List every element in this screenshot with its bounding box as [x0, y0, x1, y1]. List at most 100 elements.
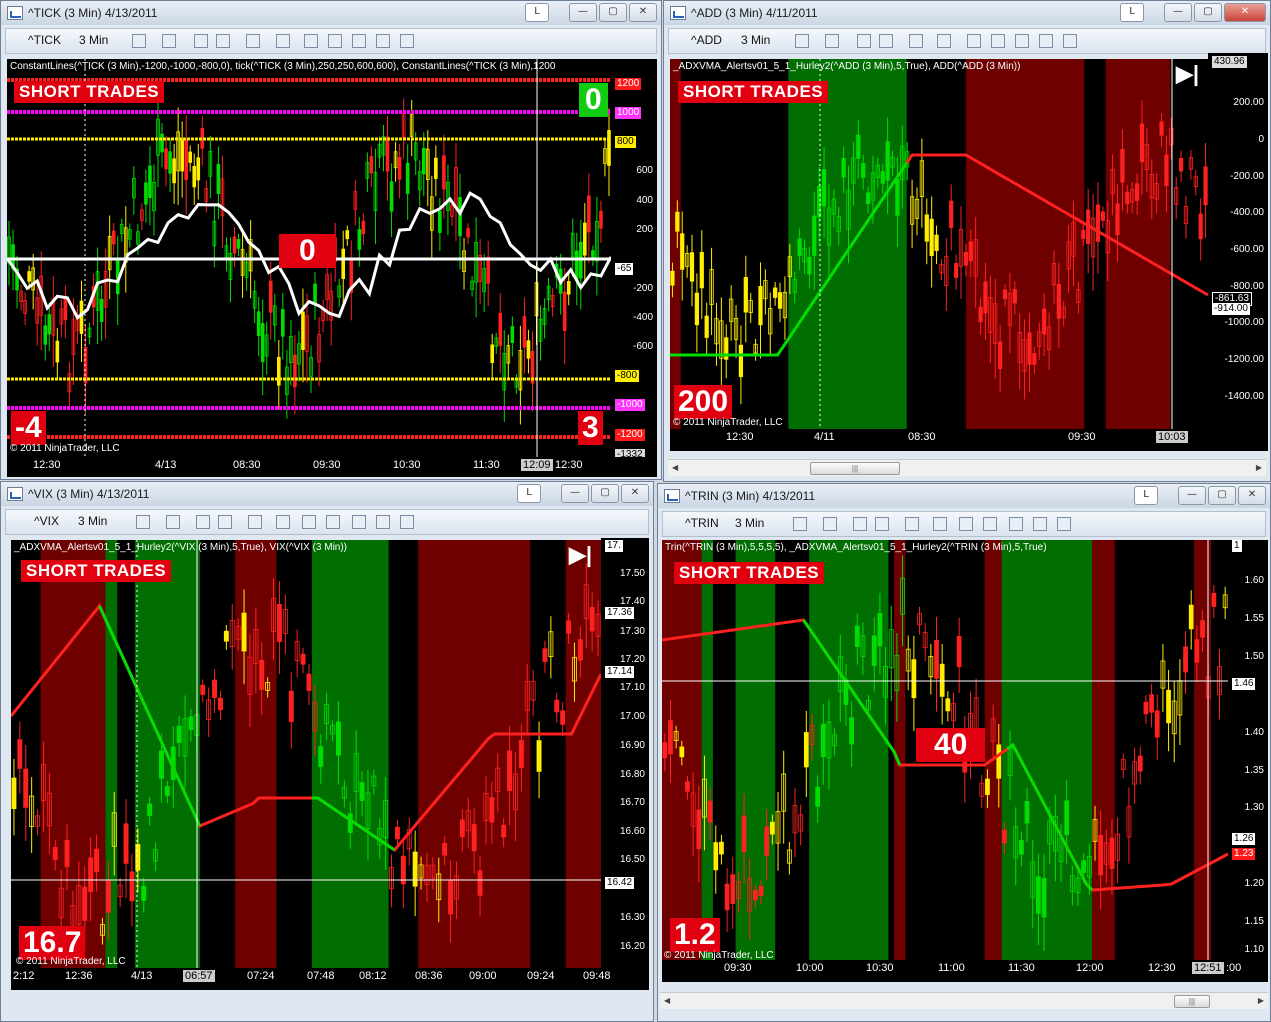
drawing-tool-icon[interactable] — [823, 517, 837, 531]
maximize-button[interactable]: ▢ — [1208, 486, 1236, 505]
chart-trader-icon[interactable] — [400, 515, 414, 529]
data-box-icon[interactable] — [1033, 517, 1047, 531]
instrument-selector[interactable]: ^VIX — [34, 514, 59, 528]
link-button[interactable]: L — [1134, 486, 1158, 505]
bar-type-icon[interactable] — [793, 517, 807, 531]
interval-selector[interactable]: 3 Min — [741, 33, 770, 47]
chart-trader-icon[interactable] — [1057, 517, 1071, 531]
trin-time-axis[interactable]: 09:30 10:00 10:30 11:00 11:30 12:00 12:3… — [662, 960, 1268, 982]
interval-selector[interactable]: 3 Min — [78, 514, 107, 528]
tick-chart-panel[interactable]: ConstantLines(^TICK (3 Min),-1200,-1000,… — [7, 59, 611, 457]
strategies-icon[interactable] — [983, 517, 997, 531]
close-button[interactable]: ✕ — [629, 3, 657, 22]
indicators-icon[interactable] — [304, 34, 318, 48]
scroll-left-icon[interactable]: ◀ — [672, 463, 678, 472]
data-box-icon[interactable] — [376, 34, 390, 48]
strategies-icon[interactable] — [328, 34, 342, 48]
data-box-icon[interactable] — [1039, 34, 1053, 48]
indicators-icon[interactable] — [959, 517, 973, 531]
add-price-axis[interactable]: 430.96 200.00 0 -200.00 -400.00 -600.00 … — [1208, 53, 1268, 429]
chart-trader-icon[interactable] — [1063, 34, 1077, 48]
instrument-selector[interactable]: ^TRIN — [685, 516, 719, 530]
interval-selector[interactable]: 3 Min — [735, 516, 764, 530]
strategies-icon[interactable] — [991, 34, 1005, 48]
vix-chart-panel[interactable]: _ADXVMA_Alertsv01_5_1_Hurley2(^VIX (3 Mi… — [11, 540, 601, 968]
trin-price-axis[interactable]: 1 1.60 1.55 1.50 1.46 1.40 1.35 1.30 1.2… — [1228, 540, 1268, 960]
scroll-to-end-icon[interactable]: ▶| — [569, 542, 592, 568]
bar-type-icon[interactable] — [795, 34, 809, 48]
strategies-icon[interactable] — [326, 515, 340, 529]
crosshair-icon[interactable] — [246, 34, 260, 48]
trin-horizontal-scrollbar[interactable]: ◀ ||| ▶ — [660, 992, 1268, 1009]
scrollbar-thumb[interactable]: ||| — [810, 462, 900, 475]
minimize-button[interactable]: — — [569, 3, 597, 22]
zoom-out-icon[interactable] — [879, 34, 893, 48]
crosshair-icon[interactable] — [248, 515, 262, 529]
magnifier-icon[interactable] — [276, 515, 290, 529]
candle — [758, 885, 764, 897]
add-titlebar[interactable]: ^ADD (3 Min) 4/11/2011 L — ▢ ✕ — [664, 1, 1270, 25]
instrument-selector[interactable]: ^ADD — [691, 33, 722, 47]
zoom-in-icon[interactable] — [194, 34, 208, 48]
chart-trader-icon[interactable] — [400, 34, 414, 48]
candle — [877, 613, 883, 647]
minimize-button[interactable]: — — [561, 484, 589, 503]
add-horizontal-scrollbar[interactable]: ◀ ||| ▶ — [668, 459, 1266, 476]
link-button[interactable]: L — [517, 484, 541, 503]
magnifier-icon[interactable] — [937, 34, 951, 48]
crosshair-icon[interactable] — [909, 34, 923, 48]
candle — [200, 684, 206, 695]
zoom-out-icon[interactable] — [216, 34, 230, 48]
tick-time-axis[interactable]: 12:30 4/13 08:30 09:30 10:30 11:30 12:09… — [7, 457, 657, 477]
chart-properties-icon[interactable] — [352, 34, 366, 48]
zoom-out-icon[interactable] — [218, 515, 232, 529]
scroll-right-icon[interactable]: ▶ — [1256, 463, 1262, 472]
maximize-button[interactable]: ▢ — [591, 484, 619, 503]
magnifier-icon[interactable] — [276, 34, 290, 48]
chart-properties-icon[interactable] — [352, 515, 366, 529]
tag-b: 17.14 — [605, 666, 635, 678]
trin-chart-panel[interactable]: Trin(^TRIN (3 Min),5,5,5,5), _ADXVMA_Ale… — [662, 540, 1228, 960]
bar-type-icon[interactable] — [136, 515, 150, 529]
trin-titlebar[interactable]: ^TRIN (3 Min) 4/13/2011 L — ▢ ✕ — [658, 484, 1270, 508]
scroll-left-icon[interactable]: ◀ — [664, 996, 670, 1005]
add-time-axis[interactable]: 12:30 4/11 08:30 09:30 10:03 — [670, 429, 1268, 451]
zoom-in-icon[interactable] — [196, 515, 210, 529]
scroll-right-icon[interactable]: ▶ — [1258, 996, 1264, 1005]
maximize-button[interactable]: ▢ — [599, 3, 627, 22]
data-box-icon[interactable] — [376, 515, 390, 529]
vix-time-axis[interactable]: 2:12 12:36 4/13 06:57 07:24 07:48 08:12 … — [11, 968, 649, 990]
chart-properties-icon[interactable] — [1009, 517, 1023, 531]
link-button[interactable]: L — [525, 3, 549, 22]
vix-titlebar[interactable]: ^VIX (3 Min) 4/13/2011 L — ▢ ✕ — [1, 482, 653, 506]
instrument-selector[interactable]: ^TICK — [28, 33, 61, 47]
scrollbar-thumb[interactable]: ||| — [1174, 995, 1210, 1008]
close-button[interactable]: ✕ — [1238, 486, 1266, 505]
scroll-to-end-icon[interactable]: ▶| — [1176, 61, 1199, 87]
chart-app-icon — [7, 6, 23, 20]
candle — [507, 750, 513, 792]
interval-selector[interactable]: 3 Min — [79, 33, 108, 47]
chart-properties-icon[interactable] — [1015, 34, 1029, 48]
link-button[interactable]: L — [1120, 3, 1144, 22]
tick-price-axis[interactable]: 1200 1000 800 600 400 200 -65 -200 -400 … — [611, 59, 657, 457]
indicators-icon[interactable] — [302, 515, 316, 529]
indicators-icon[interactable] — [967, 34, 981, 48]
zoom-in-icon[interactable] — [857, 34, 871, 48]
minimize-button[interactable]: — — [1164, 3, 1192, 22]
tick-titlebar[interactable]: ^TICK (3 Min) 4/13/2011 L — ▢ ✕ — [1, 1, 661, 25]
zoom-in-icon[interactable] — [853, 517, 867, 531]
drawing-tool-icon[interactable] — [166, 515, 180, 529]
zoom-out-icon[interactable] — [875, 517, 889, 531]
drawing-tool-icon[interactable] — [162, 34, 176, 48]
vix-price-axis[interactable]: 17. 17.50 17.40 17.36 17.30 17.20 17.14 … — [601, 538, 649, 968]
maximize-button[interactable]: ▢ — [1194, 3, 1222, 22]
add-chart-panel[interactable]: _ADXVMA_Alertsv01_5_1_Hurley2(^ADD (3 Mi… — [670, 59, 1208, 429]
minimize-button[interactable]: — — [1178, 486, 1206, 505]
magnifier-icon[interactable] — [933, 517, 947, 531]
bar-type-icon[interactable] — [132, 34, 146, 48]
close-button[interactable]: ✕ — [621, 484, 649, 503]
close-button[interactable]: ✕ — [1224, 3, 1266, 22]
drawing-tool-icon[interactable] — [825, 34, 839, 48]
crosshair-icon[interactable] — [905, 517, 919, 531]
